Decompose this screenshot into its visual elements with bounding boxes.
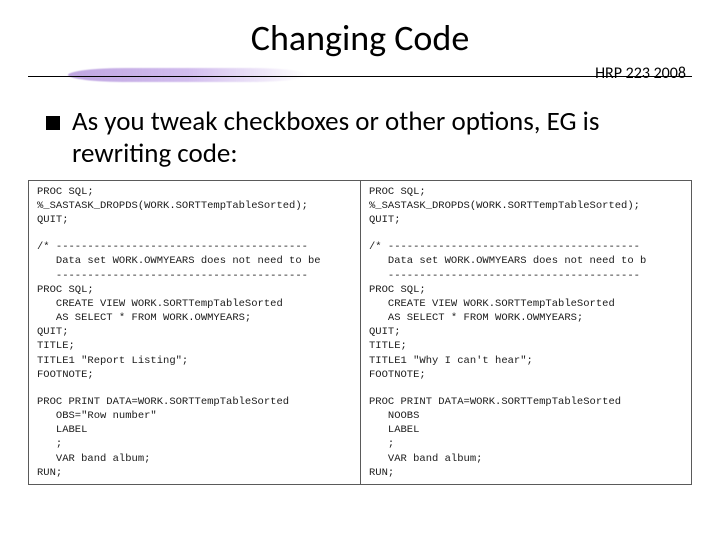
code-line: PROC PRINT DATA=WORK.SORTTempTableSorted xyxy=(369,395,685,409)
code-block-left: PROC SQL;%_SASTASK_DROPDS(WORK.SORTTempT… xyxy=(28,180,360,485)
code-blank-line xyxy=(37,382,354,395)
code-line: ; xyxy=(369,437,685,451)
code-line: RUN; xyxy=(37,466,354,480)
slide: Changing Code HRP 223 2008 As you tweak … xyxy=(0,0,720,540)
course-label: HRP 223 2008 xyxy=(595,64,686,83)
code-line: PROC PRINT DATA=WORK.SORTTempTableSorted xyxy=(37,395,354,409)
code-line: QUIT; xyxy=(369,325,685,339)
code-line: %_SASTASK_DROPDS(WORK.SORTTempTableSorte… xyxy=(37,199,354,213)
code-line: PROC SQL; xyxy=(37,283,354,297)
code-blank-line xyxy=(369,227,685,240)
code-line: ---------------------------------------- xyxy=(369,269,685,283)
code-line: CREATE VIEW WORK.SORTTempTableSorted xyxy=(37,297,354,311)
code-line: Data set WORK.OWMYEARS does not need to … xyxy=(37,254,354,268)
code-line: /* -------------------------------------… xyxy=(369,240,685,254)
code-line: PROC SQL; xyxy=(37,185,354,199)
code-line: QUIT; xyxy=(37,213,354,227)
code-line: OBS="Row number" xyxy=(37,409,354,423)
code-line: AS SELECT * FROM WORK.OWMYEARS; xyxy=(369,311,685,325)
code-line: VAR band album; xyxy=(369,452,685,466)
code-line: VAR band album; xyxy=(37,452,354,466)
code-line: RUN; xyxy=(369,466,685,480)
code-line: FOOTNOTE; xyxy=(369,368,685,382)
code-line: QUIT; xyxy=(37,325,354,339)
horizontal-rule xyxy=(28,76,692,77)
code-line: TITLE1 "Report Listing"; xyxy=(37,354,354,368)
bullet-square-icon xyxy=(46,116,60,130)
code-line: PROC SQL; xyxy=(369,283,685,297)
slide-title: Changing Code xyxy=(28,16,692,60)
code-line: ; xyxy=(37,437,354,451)
code-line: LABEL xyxy=(37,423,354,437)
code-line: TITLE; xyxy=(369,339,685,353)
code-line: TITLE1 "Why I can't hear"; xyxy=(369,354,685,368)
code-line: FOOTNOTE; xyxy=(37,368,354,382)
code-line: %_SASTASK_DROPDS(WORK.SORTTempTableSorte… xyxy=(369,199,685,213)
code-line: Data set WORK.OWMYEARS does not need to … xyxy=(369,254,685,268)
code-line: NOOBS xyxy=(369,409,685,423)
code-line: LABEL xyxy=(369,423,685,437)
bullet-row: As you tweak checkboxes or other options… xyxy=(46,106,684,170)
code-columns: PROC SQL;%_SASTASK_DROPDS(WORK.SORTTempT… xyxy=(28,180,692,485)
code-block-right: PROC SQL;%_SASTASK_DROPDS(WORK.SORTTempT… xyxy=(360,180,692,485)
code-line: AS SELECT * FROM WORK.OWMYEARS; xyxy=(37,311,354,325)
code-blank-line xyxy=(37,227,354,240)
brush-stroke xyxy=(68,68,308,82)
code-line: CREATE VIEW WORK.SORTTempTableSorted xyxy=(369,297,685,311)
bullet-text: As you tweak checkboxes or other options… xyxy=(72,106,684,170)
code-line: ---------------------------------------- xyxy=(37,269,354,283)
code-line: TITLE; xyxy=(37,339,354,353)
divider-region xyxy=(28,66,692,88)
code-line: QUIT; xyxy=(369,213,685,227)
code-line: /* -------------------------------------… xyxy=(37,240,354,254)
code-line: PROC SQL; xyxy=(369,185,685,199)
code-blank-line xyxy=(369,382,685,395)
